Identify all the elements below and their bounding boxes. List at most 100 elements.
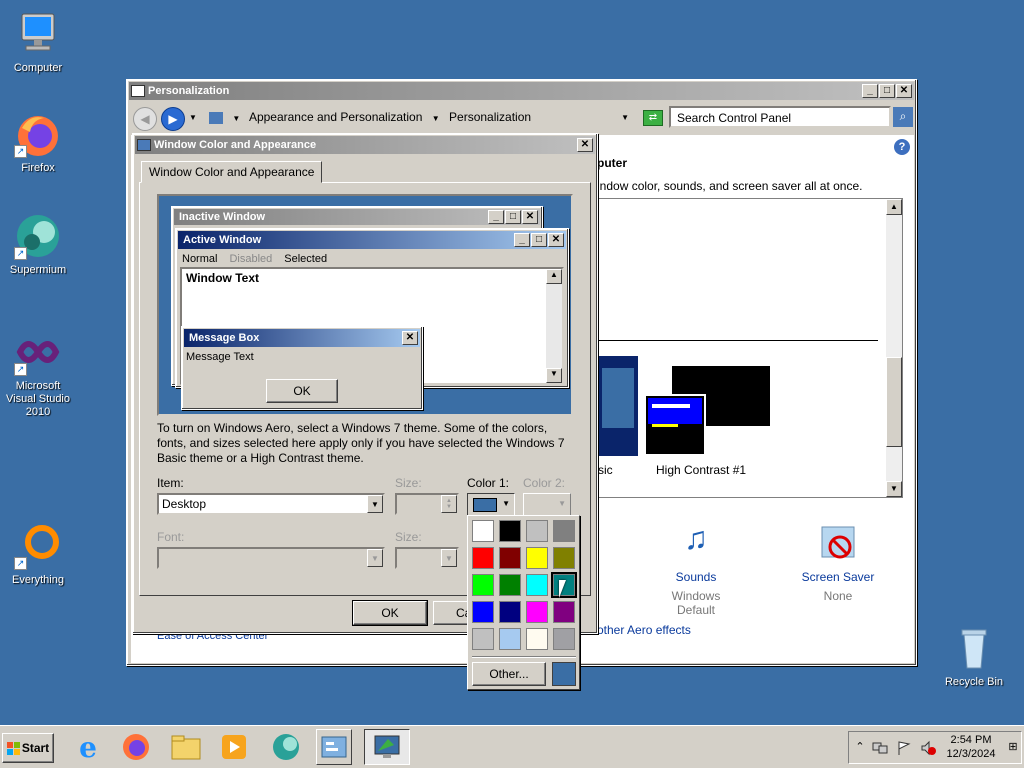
color-swatch[interactable] [526,601,548,623]
breadcrumb-separator-icon[interactable]: ▼ [232,114,240,123]
desktop-icon-recycle-bin[interactable]: Recycle Bin [936,624,1012,689]
color-swatch[interactable] [526,547,548,569]
minimize-icon: _ [488,210,504,224]
search-icon[interactable]: ⌕ [893,107,913,127]
clock[interactable]: 2:54 PM 12/3/2024 [940,733,1002,761]
color-swatch[interactable] [499,520,521,542]
theme-basic-thumbnail[interactable] [598,356,638,456]
color-swatch[interactable] [553,628,575,650]
color-swatch[interactable] [526,520,548,542]
color-swatch[interactable] [499,628,521,650]
supermium-icon: ↗ [14,212,62,260]
taskbar-explorer-icon[interactable] [168,729,204,765]
clock-date: 12/3/2024 [946,748,996,760]
color-swatch[interactable] [472,601,494,623]
color-swatch[interactable] [553,547,575,569]
ok-button[interactable]: OK [353,601,427,625]
desktop-icon-firefox[interactable]: ↗ Firefox [0,110,76,175]
color-swatch[interactable] [553,520,575,542]
sounds-link[interactable]: ♫ Sounds Windows Default [651,520,741,617]
current-color-swatch[interactable] [552,662,576,686]
search-input[interactable]: Search Control Panel [669,106,891,128]
minimize-icon: _ [514,233,530,247]
desktop-icon-label: Microsoft Visual Studio 2010 [5,380,70,418]
forward-button[interactable]: ▶ [161,107,185,131]
color-swatch[interactable] [499,574,521,596]
show-desktop-button[interactable]: ⊞ [1004,733,1022,761]
personalization-window-icon [131,85,145,97]
breadcrumb-item[interactable]: Personalization [449,110,531,124]
desktop-icon-everything[interactable]: ↗ Everything [0,522,76,587]
shortcut-arrow-icon: ↗ [14,363,27,376]
theme-high-contrast-thumbnail[interactable] [644,366,770,456]
color-swatch[interactable] [499,601,521,623]
color1-swatch [473,498,497,512]
help-icon[interactable]: ? [894,139,910,155]
chevron-down-icon: ▼ [441,549,457,567]
themes-list[interactable]: sic High Contrast #1 ▲ ▼ [597,198,903,498]
item-select[interactable]: Desktop ▼ [157,493,385,515]
address-dropdown-icon[interactable]: ▼ [621,113,629,122]
shortcut-arrow-icon: ↗ [14,557,27,570]
font-select: ▼ [157,547,385,569]
history-dropdown-icon[interactable]: ▼ [189,113,197,122]
sounds-value: Windows Default [671,589,721,617]
color1-button[interactable]: ▼ [467,493,515,517]
desktop-icon-label: Supermium [9,264,67,276]
network-icon[interactable] [872,740,888,756]
close-button[interactable]: ✕ [577,138,593,152]
color-swatch[interactable] [526,574,548,596]
maximize-icon: □ [505,210,521,224]
other-colors-button[interactable]: Other... [472,662,546,686]
color-palette-popup: Other... [467,515,580,690]
color-swatch[interactable] [472,574,494,596]
color-swatch[interactable] [553,601,575,623]
close-icon: ✕ [548,233,564,247]
back-button[interactable]: ◀ [133,107,157,131]
aero-effects-link[interactable]: other Aero effects [597,623,691,637]
color-swatch[interactable] [499,547,521,569]
breadcrumb-item[interactable]: Appearance and Personalization [249,110,422,124]
chevron-down-icon[interactable]: ▼ [367,495,383,513]
minimize-button[interactable]: _ [862,84,878,98]
desktop-icon-computer[interactable]: Computer [0,10,76,75]
desktop-icon-supermium[interactable]: ↗ Supermium [0,212,76,277]
taskbar-ie-icon[interactable]: e [70,729,106,765]
start-button[interactable]: Start [2,733,54,763]
color-swatch[interactable] [472,628,494,650]
themes-scrollbar[interactable]: ▲ ▼ [886,199,902,497]
dialog-titlebar[interactable]: Window Color and Appearance ✕ [135,136,595,154]
item-value: Desktop [162,497,207,511]
preview-active-title: Active Window [183,234,262,246]
color2-button: ▼ [523,493,571,517]
maximize-button[interactable]: □ [879,84,895,98]
show-hidden-icons-icon[interactable]: ⌃ [852,740,868,756]
color-swatch[interactable] [472,520,494,542]
appearance-preview[interactable]: Inactive Window _ □ ✕ Active Window _ □ … [157,194,573,416]
volume-muted-icon[interactable] [920,740,936,756]
taskbar-firefox-icon[interactable] [118,729,154,765]
scrollbar-thumb[interactable] [886,357,902,447]
taskbar-media-player-icon[interactable] [216,729,252,765]
refresh-button[interactable]: ⇄ [643,110,663,126]
font-size-label: Size: [395,530,422,544]
taskbar-control-panel-icon[interactable] [316,729,352,765]
address-bar[interactable]: ▼ Appearance and Personalization ▼ Perso… [203,107,633,129]
screen-saver-link[interactable]: Screen Saver None [793,520,883,603]
taskbar-supermium-icon[interactable] [268,729,304,765]
personalization-titlebar[interactable]: Personalization _ □ ✕ [129,82,914,100]
breadcrumb-separator-icon[interactable]: ▼ [432,114,440,123]
screen-saver-icon [793,520,883,570]
visual-studio-icon: ↗ [14,328,62,376]
dialog-tab[interactable]: Window Color and Appearance [141,161,323,183]
color-swatch[interactable] [472,547,494,569]
message-box-titlebar: Message Box ✕ [184,329,420,347]
desktop-icon-visual-studio[interactable]: ↗ Microsoft Visual Studio 2010 [0,328,76,419]
preview-inactive-titlebar: Inactive Window _ □ ✕ [174,209,540,225]
close-button[interactable]: ✕ [896,84,912,98]
action-center-flag-icon[interactable] [896,740,912,756]
preview-active-titlebar: Active Window _ □ ✕ [178,231,566,249]
preview-inactive-title: Inactive Window [179,211,266,223]
color-swatch[interactable] [526,628,548,650]
taskbar-personalization-icon[interactable] [364,729,410,765]
